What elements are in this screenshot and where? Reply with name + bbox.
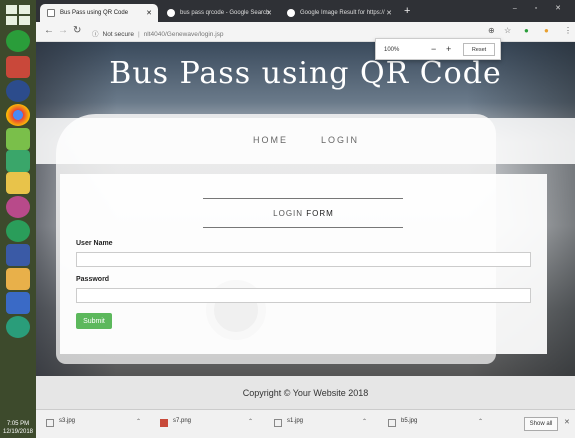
system-clock[interactable]: 7:05 PM 12/19/2018 xyxy=(0,420,36,436)
folder-icon[interactable] xyxy=(6,172,30,194)
divider xyxy=(203,227,403,228)
tab-title: Google Image Result for https:// xyxy=(300,10,385,16)
taskbar-app-icon[interactable] xyxy=(6,196,30,218)
download-filename: s7.png xyxy=(173,418,192,424)
taskbar-app-icon[interactable] xyxy=(6,56,30,78)
file-icon xyxy=(46,419,54,427)
show-all-button[interactable]: Show all xyxy=(524,417,558,431)
google-icon xyxy=(167,9,175,17)
download-filename: b5.jpg xyxy=(401,418,418,424)
tab-title: bus pass qrcode - Google Search xyxy=(180,10,270,16)
extension-icon[interactable]: ● xyxy=(524,26,529,35)
form-title-bold: FORM xyxy=(306,209,334,218)
form-title: LOGIN FORM xyxy=(60,209,547,218)
tab-bar: Bus Pass using QR Code ✕ bus pass qrcode… xyxy=(36,0,575,22)
taskbar-app-icon[interactable] xyxy=(6,220,30,242)
nav-home-link[interactable]: HOME xyxy=(253,135,288,145)
taskbar-app-icon[interactable] xyxy=(6,268,30,290)
zoom-in-button[interactable]: + xyxy=(446,44,451,54)
taskbar-app-icon[interactable] xyxy=(6,128,30,150)
menu-icon[interactable]: ⋮ xyxy=(564,26,572,35)
copyright-text: Copyright © Your Website 2018 xyxy=(242,388,369,398)
reload-icon[interactable]: ↻ xyxy=(73,25,81,36)
bookmark-star-icon[interactable]: ☆ xyxy=(504,26,511,35)
windows-taskbar: 7:05 PM 12/19/2018 xyxy=(0,0,36,438)
document-icon xyxy=(47,9,55,17)
chevron-up-icon[interactable]: ⌃ xyxy=(362,418,367,425)
windows-start-icon[interactable] xyxy=(5,4,31,26)
chrome-icon[interactable] xyxy=(6,104,30,126)
submit-button[interactable]: Submit xyxy=(76,313,112,329)
web-page: Bus Pass using QR Code HOME LOGIN LOGIN … xyxy=(36,42,575,409)
taskbar-app-icon[interactable] xyxy=(6,316,30,338)
browser-window: Bus Pass using QR Code ✕ bus pass qrcode… xyxy=(36,0,575,438)
close-tab-icon[interactable]: ✕ xyxy=(266,9,272,17)
clock-time: 7:05 PM xyxy=(6,421,30,427)
download-item[interactable]: s7.png ⌃ xyxy=(160,418,260,432)
file-icon xyxy=(274,419,282,427)
nav-band: HOME LOGIN xyxy=(36,118,575,164)
zoom-reset-button[interactable]: Reset xyxy=(463,43,495,56)
login-form: LOGIN FORM User Name Password Submit xyxy=(60,174,547,354)
page-title: Bus Pass using QR Code xyxy=(109,56,502,91)
form-title-light: LOGIN xyxy=(273,209,304,218)
tab-google-search[interactable]: bus pass qrcode - Google Search ✕ xyxy=(160,4,278,22)
chevron-up-icon[interactable]: ⌃ xyxy=(136,418,141,425)
username-input[interactable] xyxy=(76,252,531,267)
back-icon[interactable]: ← xyxy=(44,25,54,36)
chevron-up-icon[interactable]: ⌃ xyxy=(248,418,253,425)
tab-title: Bus Pass using QR Code xyxy=(60,10,129,16)
google-icon xyxy=(287,9,295,17)
extension-icon[interactable]: ● xyxy=(544,26,549,35)
url-text: nlt4040/Genewave/login.jsp xyxy=(143,31,224,38)
clock-date: 12/19/2018 xyxy=(2,429,34,435)
info-icon: ⓘ xyxy=(92,31,99,38)
taskbar-app-icon[interactable] xyxy=(6,292,30,314)
close-tab-icon[interactable]: ✕ xyxy=(146,9,152,17)
footer: Copyright © Your Website 2018 xyxy=(36,376,575,409)
chevron-up-icon[interactable]: ⌃ xyxy=(478,418,483,425)
download-item[interactable]: s1.jpg ⌃ xyxy=(274,418,374,432)
divider xyxy=(203,198,403,199)
security-label: Not secure xyxy=(102,31,134,38)
download-item[interactable]: b5.jpg ⌃ xyxy=(388,418,488,432)
taskbar-app-icon[interactable] xyxy=(6,80,30,102)
close-tab-icon[interactable]: ✕ xyxy=(386,9,392,17)
zoom-out-button[interactable]: − xyxy=(431,44,436,54)
file-icon xyxy=(388,419,396,427)
forward-icon[interactable]: → xyxy=(58,25,68,36)
tab-google-image[interactable]: Google Image Result for https:// ✕ xyxy=(280,4,398,22)
new-tab-button[interactable]: + xyxy=(404,5,410,17)
download-bar: s3.jpg ⌃ s7.png ⌃ s1.jpg ⌃ b5.jpg ⌃ Show… xyxy=(36,409,575,438)
taskbar-app-icon[interactable] xyxy=(6,30,30,52)
download-filename: s1.jpg xyxy=(287,418,304,424)
close-icon[interactable]: ✕ xyxy=(564,418,570,426)
taskbar-app-icon[interactable] xyxy=(6,150,30,172)
zoom-level: 100% xyxy=(384,47,400,53)
download-item[interactable]: s3.jpg ⌃ xyxy=(46,418,146,432)
address-bar[interactable]: ⓘ Not secure | nlt4040/Genewave/login.jsp xyxy=(88,25,486,39)
download-filename: s3.jpg xyxy=(59,418,76,424)
password-label: Password xyxy=(76,276,110,283)
username-label: User Name xyxy=(76,240,113,247)
zoom-icon[interactable]: ⊕ xyxy=(488,26,495,35)
password-input[interactable] xyxy=(76,288,531,303)
nav-login-link[interactable]: LOGIN xyxy=(321,135,359,145)
taskbar-app-icon[interactable] xyxy=(6,244,30,266)
tab-bus-pass[interactable]: Bus Pass using QR Code ✕ xyxy=(40,4,158,22)
image-file-icon xyxy=(160,419,168,427)
zoom-popup: 100% − + Reset xyxy=(375,38,501,60)
window-controls[interactable]: – ▫ ✕ xyxy=(513,4,569,12)
